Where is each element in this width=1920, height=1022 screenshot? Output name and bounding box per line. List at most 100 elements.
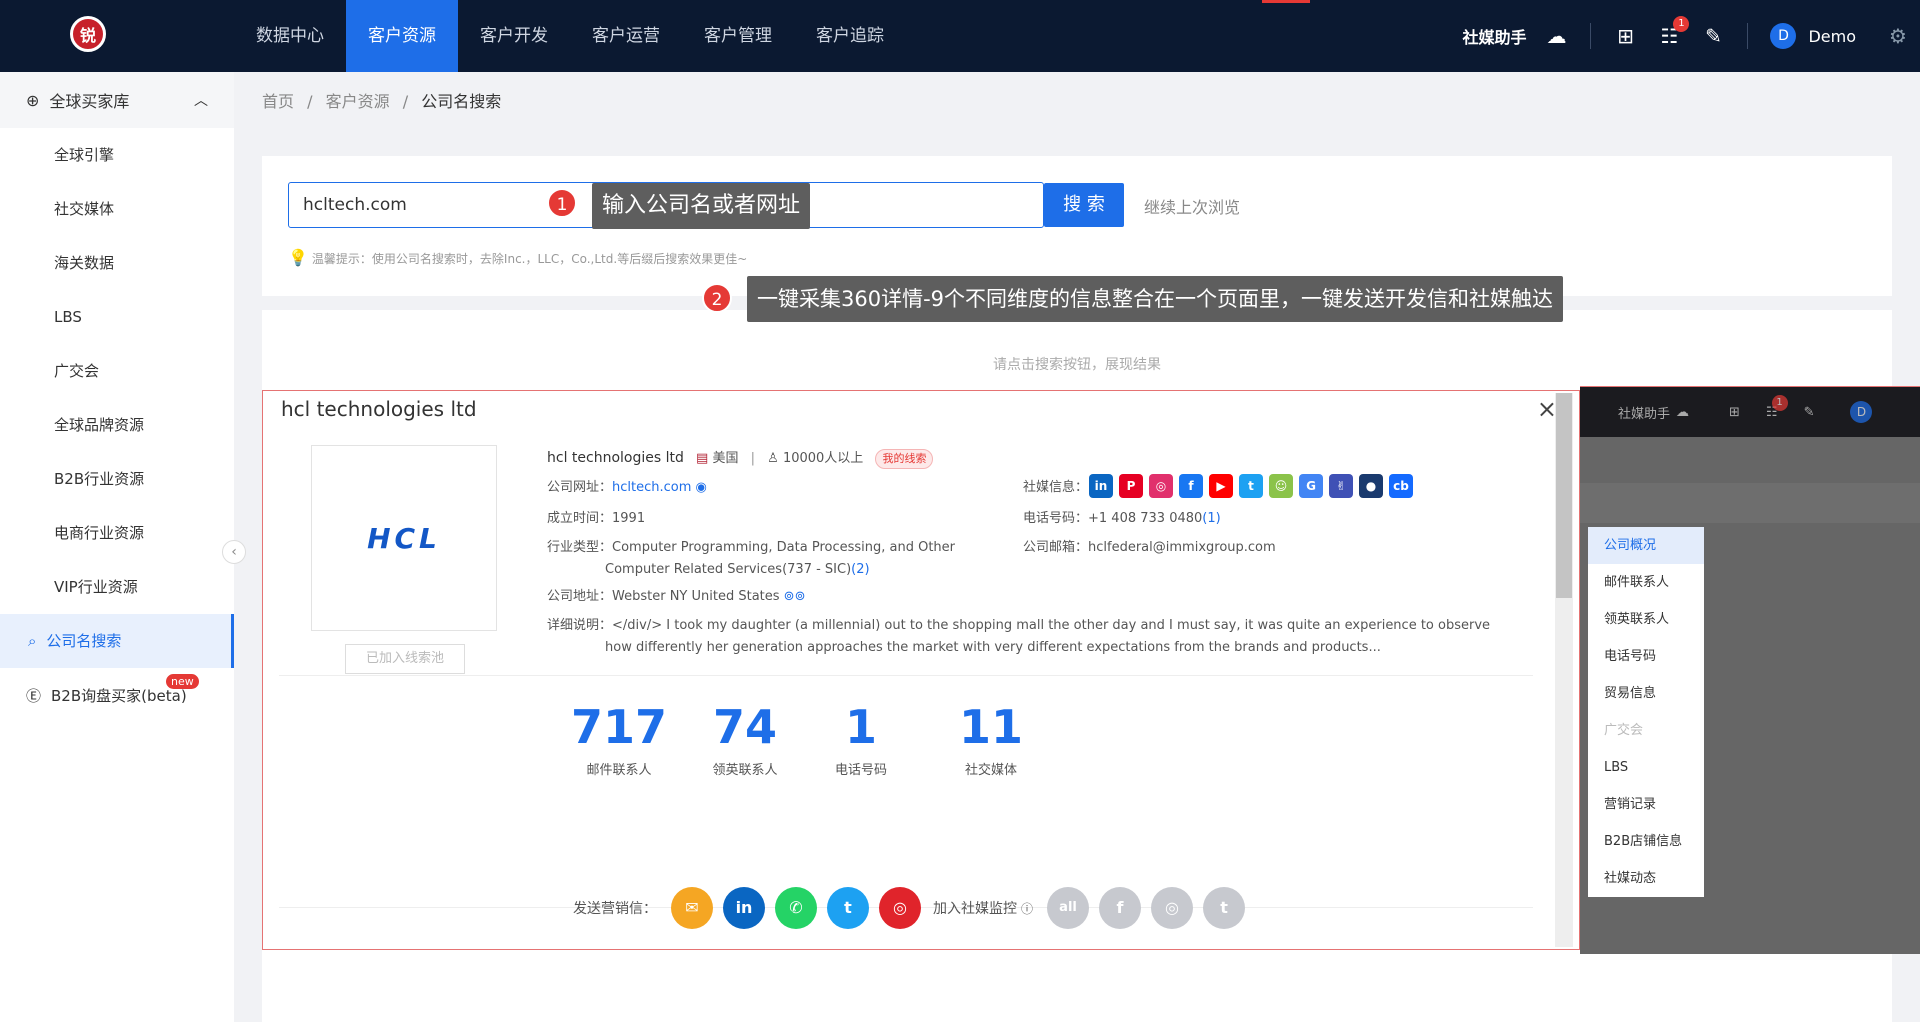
search-button[interactable]: 搜 索	[1044, 183, 1124, 227]
linkedin-send-icon[interactable]: in	[723, 887, 765, 929]
avatar[interactable]: D	[1770, 23, 1797, 49]
sidebar-collapse-button[interactable]: ‹	[222, 540, 246, 564]
stat-email-contacts[interactable]: 717 邮件联系人	[549, 699, 689, 778]
sidebar-item-company-search[interactable]: ⌕ 公司名搜索	[0, 614, 234, 668]
map-pin-icon[interactable]: ⊚	[784, 589, 795, 604]
stat-value: 11	[958, 700, 1023, 754]
crunchbase-icon[interactable]: cb	[1389, 474, 1413, 498]
detail-row: 详细说明：</div/> I took my daughter (a mille…	[547, 615, 1507, 659]
chevron-up-icon[interactable]: ︿	[194, 90, 208, 110]
linkedin-icon[interactable]: in	[1089, 474, 1113, 498]
company-section-menu: 公司概况 邮件联系人 领英联系人 电话号码 贸易信息 广交会 LBS 营销记录 …	[1588, 527, 1704, 897]
company-logo: HCL	[311, 445, 497, 631]
stat-label: 邮件联系人	[586, 763, 652, 778]
sidebar-item-canton-fair[interactable]: 广交会	[0, 344, 234, 398]
divider	[279, 675, 1533, 676]
pinterest-icon[interactable]: P	[1119, 474, 1143, 498]
sidebar-item-ecommerce-industry[interactable]: 电商行业资源	[0, 506, 234, 560]
map-pin-icon[interactable]: ⊚	[795, 589, 806, 604]
bot-icon[interactable]: ☺	[1269, 474, 1293, 498]
stat-social-media[interactable]: 11 社交媒体	[921, 699, 1061, 778]
marketing-actions-row: 发送营销信： ✉ in ✆ t ◎ 加入社媒监控 ⓘ all f ◎ t	[573, 887, 1255, 929]
sidebar-item-vip-industry[interactable]: VIP行业资源	[0, 560, 234, 614]
menu-marketing-records[interactable]: 营销记录	[1588, 786, 1704, 823]
continue-browsing-link[interactable]: 继续上次浏览	[1144, 194, 1240, 218]
sidebar-item-label: B2B询盘买家(beta)	[51, 686, 187, 705]
nav-customer-development[interactable]: 客户开发	[458, 0, 570, 72]
stat-phone-numbers[interactable]: 1 电话号码	[791, 699, 931, 778]
tooltip-step-2: 一键采集360详情-9个不同维度的信息整合在一个页面里，一键发送开发信和社媒触达	[747, 276, 1564, 322]
close-icon[interactable]: ×	[1537, 395, 1557, 423]
social-assistant-link[interactable]: 社媒助手	[1462, 24, 1526, 48]
phone-count-link[interactable]: (1)	[1202, 511, 1220, 526]
facebook-icon[interactable]: f	[1179, 474, 1203, 498]
modal-scrollbar[interactable]	[1555, 393, 1573, 947]
added-to-leads-button[interactable]: 已加入线索池	[345, 644, 465, 674]
whatsapp-send-icon[interactable]: ✆	[775, 887, 817, 929]
menu-social-updates[interactable]: 社媒动态	[1588, 860, 1704, 897]
apps-grid-icon[interactable]: ⊞	[1613, 24, 1637, 48]
instagram-send-icon[interactable]: ◎	[879, 887, 921, 929]
brand-logo[interactable]: 锐	[70, 16, 106, 52]
edit-icon[interactable]: ✎	[1701, 24, 1725, 48]
industry-count-link[interactable]: (2)	[851, 562, 869, 577]
settings-icon[interactable]: ⚙	[1886, 24, 1910, 48]
preview-overlay: 社媒助手 ☁ ⊞ ☷ 1 ✎ D 公司概况 邮件联系人 领英联系人 电话号码 贸易…	[1580, 386, 1920, 954]
info-icon[interactable]: ⓘ	[1021, 900, 1033, 917]
sidebar-item-b2b-inquiry[interactable]: Ⓔ B2B询盘买家(beta) new	[0, 668, 234, 722]
breadcrumb-section[interactable]: 客户资源	[326, 92, 390, 111]
divider: |	[750, 451, 756, 466]
menu-email-contacts[interactable]: 邮件联系人	[1588, 564, 1704, 601]
people-icon: ♙	[767, 451, 779, 466]
nav-customer-tracking[interactable]: 客户追踪	[794, 0, 906, 72]
nav-data-center[interactable]: 数据中心	[234, 0, 346, 72]
search-hint: 💡 温馨提示：使用公司名搜索时，去除Inc.，LLC，Co.,Ltd.等后缀后搜索…	[288, 248, 747, 267]
email-send-icon[interactable]: ✉	[671, 887, 713, 929]
instagram-monitor-icon[interactable]: ◎	[1151, 887, 1194, 929]
nav-customer-management[interactable]: 客户管理	[682, 0, 794, 72]
detail-label: 详细说明：	[547, 618, 613, 633]
breadcrumb-home[interactable]: 首页	[262, 92, 294, 111]
us-flag-icon: ▤	[696, 451, 709, 466]
cloud-download-icon[interactable]: ☁	[1544, 24, 1568, 48]
my-lead-badge: 我的线索	[875, 449, 934, 469]
twitter-icon[interactable]: t	[1239, 474, 1263, 498]
cloud-download-icon: ☁	[1676, 404, 1690, 420]
sidebar-item-lbs[interactable]: LBS	[0, 290, 234, 344]
search-card: hcltech.com 搜 索 继续上次浏览 💡 温馨提示：使用公司名搜索时，去除…	[262, 156, 1892, 296]
menu-linkedin-contacts[interactable]: 领英联系人	[1588, 601, 1704, 638]
youtube-icon[interactable]: ▶	[1209, 474, 1233, 498]
avatar: D	[1850, 401, 1873, 423]
website-link[interactable]: hcltech.com	[612, 480, 691, 495]
website-row: 公司网址：hcltech.com ◉	[547, 477, 707, 499]
peace-icon[interactable]: ✌	[1329, 474, 1353, 498]
instagram-icon[interactable]: ◎	[1149, 474, 1173, 498]
sidebar-item-global-brands[interactable]: 全球品牌资源	[0, 398, 234, 452]
nav-customer-operations[interactable]: 客户运营	[570, 0, 682, 72]
sidebar-item-social-media[interactable]: 社交媒体	[0, 182, 234, 236]
eye-icon[interactable]: ◉	[696, 480, 707, 495]
google-icon[interactable]: G	[1299, 474, 1323, 498]
country: 美国	[712, 451, 739, 466]
founded-row: 成立时间：1991	[547, 508, 645, 530]
scrollbar-thumb[interactable]	[1556, 393, 1572, 598]
monitor-all-icon[interactable]: all	[1047, 887, 1090, 929]
menu-b2b-store-info[interactable]: B2B店铺信息	[1588, 823, 1704, 860]
menu-lbs[interactable]: LBS	[1588, 749, 1704, 786]
menu-company-overview[interactable]: 公司概况	[1588, 527, 1704, 564]
task-list-icon[interactable]: ☷ 1	[1657, 16, 1690, 48]
facebook-monitor-icon[interactable]: f	[1099, 887, 1142, 929]
twitter-send-icon[interactable]: t	[827, 887, 869, 929]
detail-line2: how differently her generation approache…	[605, 640, 1381, 655]
user-name[interactable]: Demo	[1808, 27, 1856, 46]
sidebar-group-global-buyers[interactable]: ⊕ 全球买家库 ︿	[0, 72, 234, 128]
map-pin-icon[interactable]: ●	[1359, 474, 1383, 498]
address-value: Webster NY United States	[612, 589, 780, 604]
sidebar-item-global-engine[interactable]: 全球引擎	[0, 128, 234, 182]
menu-trade-info[interactable]: 贸易信息	[1588, 675, 1704, 712]
sidebar-item-customs-data[interactable]: 海关数据	[0, 236, 234, 290]
twitter-monitor-icon[interactable]: t	[1203, 887, 1246, 929]
menu-phone-numbers[interactable]: 电话号码	[1588, 638, 1704, 675]
nav-customer-resources[interactable]: 客户资源	[346, 0, 458, 72]
sidebar-item-b2b-industry[interactable]: B2B行业资源	[0, 452, 234, 506]
